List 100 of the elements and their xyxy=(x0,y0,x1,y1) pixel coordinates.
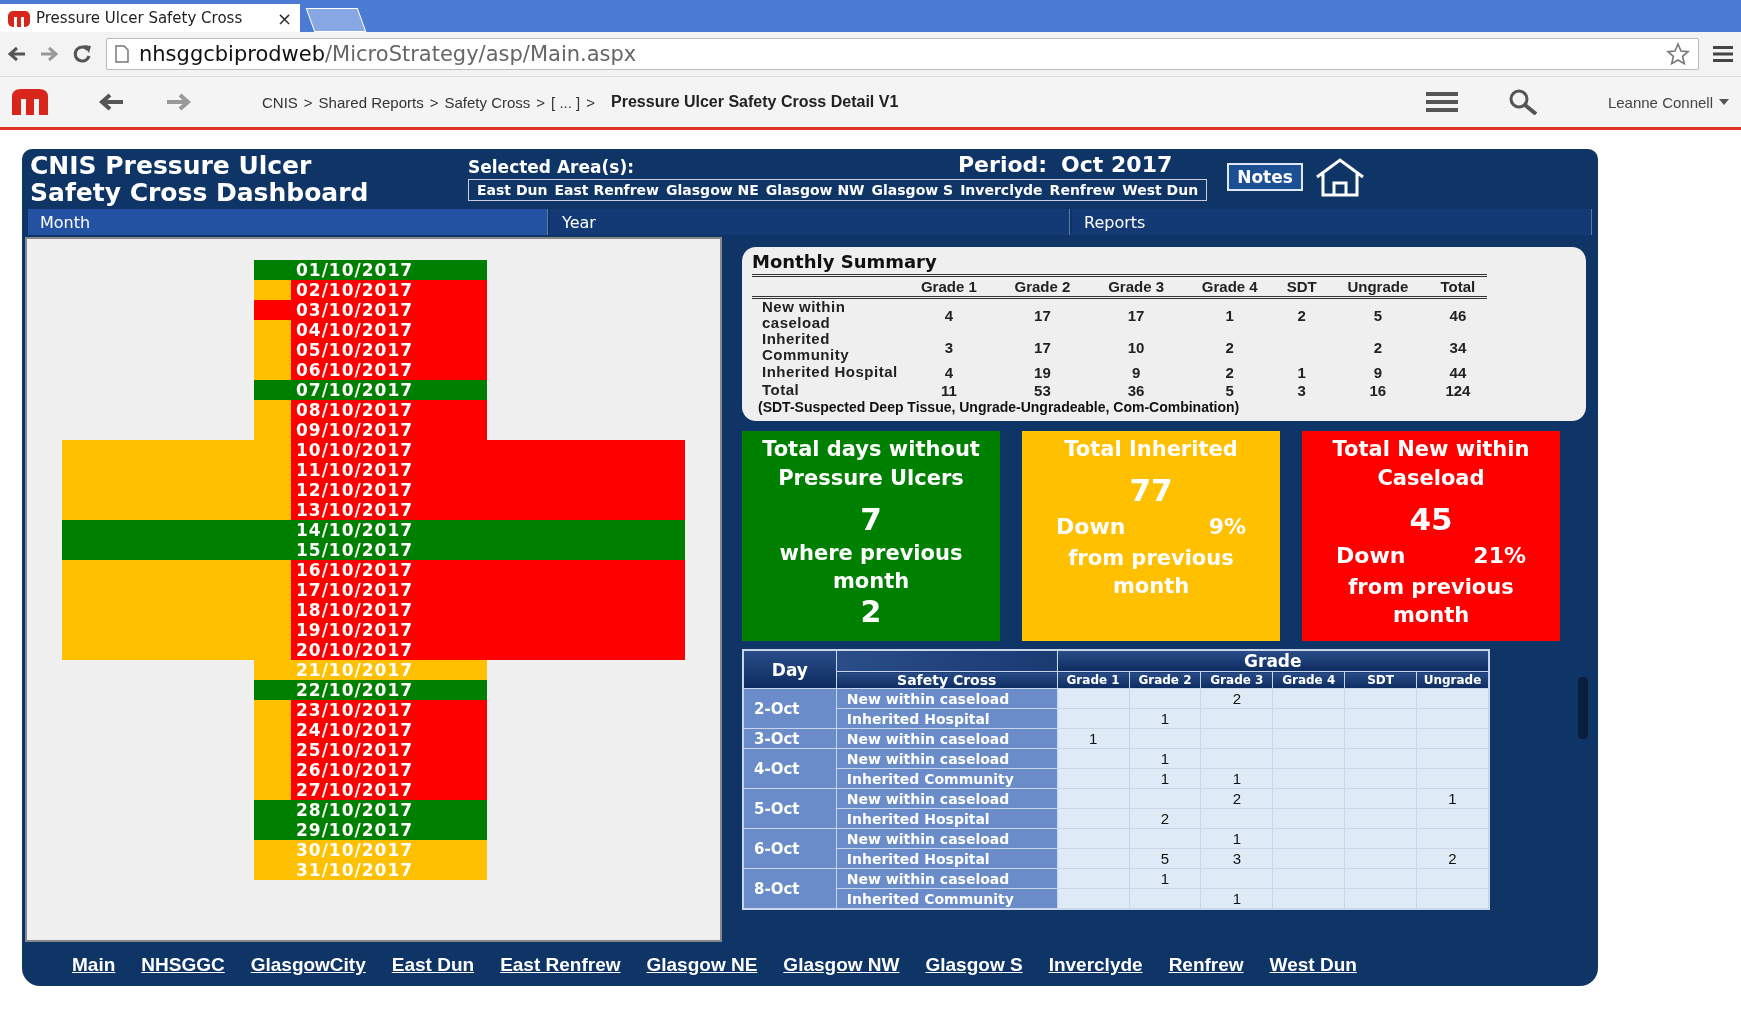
scrollbar-thumb[interactable] xyxy=(1578,677,1588,739)
tile-title: Total New within Caseload xyxy=(1331,436,1531,492)
footer-link[interactable]: East Renfrew xyxy=(500,954,621,976)
date-cell: 23/10/2017 xyxy=(291,700,487,720)
table-cell-text: 44 xyxy=(1448,363,1468,381)
area-name: Inverclyde xyxy=(960,182,1043,198)
column-header: Grade 3 xyxy=(1089,275,1183,298)
day-cell: 4-Oct xyxy=(743,748,837,789)
legend-note: (SDT-Suspected Deep Tissue, Ungrade-Ungradeable, Com-Combination) xyxy=(758,399,1241,415)
browser-tab[interactable]: Pressure Ulcer Safety Cross × xyxy=(0,4,300,32)
date-cell: 08/10/2017 xyxy=(291,400,487,420)
app-logo-icon xyxy=(8,9,30,27)
column-header: Day xyxy=(743,650,837,689)
table-cell-text: 2 xyxy=(1224,337,1235,358)
footer-link[interactable]: Glasgow S xyxy=(925,954,1023,976)
date-cell: 06/10/2017 xyxy=(291,360,487,380)
breadcrumb-current: Pressure Ulcer Safety Cross Detail V1 xyxy=(611,93,899,111)
day-cell: 3-Oct xyxy=(743,728,837,749)
back-arrow-icon[interactable] xyxy=(98,92,124,112)
table-cell-text: 36 xyxy=(1126,381,1146,399)
table-cell-text: 16 xyxy=(1368,381,1388,399)
app-logo-icon[interactable] xyxy=(12,89,48,115)
footer-link[interactable]: Renfrew xyxy=(1168,954,1244,976)
footer-link[interactable]: GlasgowCity xyxy=(250,954,366,976)
notes-button[interactable]: Notes xyxy=(1227,163,1303,191)
forward-arrow-icon[interactable] xyxy=(40,46,58,62)
date-cell: 24/10/2017 xyxy=(291,720,487,740)
menu-icon[interactable] xyxy=(1425,91,1458,113)
star-icon[interactable] xyxy=(1666,42,1690,66)
footer-link[interactable]: Inverclyde xyxy=(1048,954,1143,976)
address-bar[interactable]: nhsggcbiprodweb/MicroStrategy/asp/Main.aspx xyxy=(106,38,1699,70)
date-cell: 18/10/2017 xyxy=(291,600,487,620)
table-cell: 46 xyxy=(1428,297,1487,331)
tile-caption: where previous month xyxy=(778,540,964,595)
table-cell-text: 19 xyxy=(1033,363,1052,381)
trend-label: Down xyxy=(1336,542,1406,570)
row-label: New within caseload xyxy=(752,297,902,331)
column-header: Grade 1 xyxy=(902,275,996,298)
table-cell-text: 3 xyxy=(1296,381,1307,399)
table-cell-text: 4 xyxy=(943,363,954,381)
table-cell-text: 5 xyxy=(1224,381,1235,399)
tab-close-button[interactable]: × xyxy=(276,7,292,29)
column-header: Grade 4 xyxy=(1182,275,1277,298)
date-cell: 22/10/2017 xyxy=(291,680,487,700)
back-arrow-icon[interactable] xyxy=(8,46,26,62)
footer-link[interactable]: Glasgow NW xyxy=(783,954,900,976)
reload-icon[interactable] xyxy=(72,44,92,64)
forward-arrow-icon[interactable] xyxy=(166,92,192,112)
page-icon xyxy=(115,45,129,63)
breadcrumb-link[interactable]: [ ... ] xyxy=(551,93,581,111)
breadcrumb-link[interactable]: Shared Reports xyxy=(318,93,424,111)
date-cell: 20/10/2017 xyxy=(291,640,487,660)
table-cell: 4 xyxy=(902,297,996,331)
date-cell: 31/10/2017 xyxy=(291,860,487,880)
date-cell: 09/10/2017 xyxy=(291,420,487,440)
breadcrumb-separator: > xyxy=(586,93,596,111)
breadcrumb-separator: > xyxy=(536,93,546,111)
menu-icon[interactable] xyxy=(1713,45,1733,63)
column-header: SDT xyxy=(1276,275,1327,298)
date-cell: 14/10/2017 xyxy=(291,520,487,540)
date-cell: 03/10/2017 xyxy=(291,300,487,320)
date-cell: 04/10/2017 xyxy=(291,320,487,340)
table-cell-text: 34 xyxy=(1448,337,1468,358)
tile-value: 7 xyxy=(860,500,882,539)
date-cell: 05/10/2017 xyxy=(291,340,487,360)
breadcrumb-link[interactable]: CNIS xyxy=(262,93,298,111)
date-cell: 15/10/2017 xyxy=(291,540,487,560)
area-name: East Dun xyxy=(477,182,548,198)
tab[interactable]: Month xyxy=(28,209,548,235)
breadcrumb-separator: > xyxy=(303,93,313,111)
change-percent: 21% xyxy=(1473,542,1526,570)
tab[interactable]: Year xyxy=(550,209,1070,235)
url-text: nhsggcbiprodweb/MicroStrategy/asp/Main.aspx xyxy=(139,42,637,66)
breadcrumb-separator: > xyxy=(429,93,439,111)
area-name: Renfrew xyxy=(1049,182,1116,198)
area-name: Glasgow NW xyxy=(765,182,865,198)
summary-title: Monthly Summary xyxy=(752,251,938,272)
footer-link[interactable]: Main xyxy=(72,954,116,976)
date-cell: 13/10/2017 xyxy=(291,500,487,520)
day-cell: 5-Oct xyxy=(743,788,837,829)
tab[interactable]: Reports xyxy=(1072,209,1592,235)
date-cell: 30/10/2017 xyxy=(291,840,487,860)
user-menu[interactable]: Leanne Connell xyxy=(1607,93,1729,111)
breadcrumb-link[interactable]: Safety Cross xyxy=(444,93,531,111)
footer-link[interactable]: East Dun xyxy=(391,954,475,976)
area-name: Glasgow S xyxy=(871,182,954,198)
date-cell: 16/10/2017 xyxy=(291,560,487,580)
tile-value: 45 xyxy=(1409,500,1453,539)
row-label: Inherited Community xyxy=(761,331,850,363)
date-cell: 12/10/2017 xyxy=(291,480,487,500)
day-cell: 2-Oct xyxy=(743,688,837,729)
footer-link[interactable]: Glasgow NE xyxy=(646,954,758,976)
tile-title: Total days without Pressure Ulcers xyxy=(761,436,981,492)
search-icon[interactable] xyxy=(1507,89,1538,115)
table-cell-text: 1 xyxy=(1296,363,1307,381)
footer-link[interactable]: NHSGGC xyxy=(141,954,225,976)
footer-link[interactable]: West Dun xyxy=(1269,954,1357,976)
table-cell: 5 xyxy=(1326,297,1429,331)
date-cell: 28/10/2017 xyxy=(291,800,487,820)
date-cell: 27/10/2017 xyxy=(291,780,487,800)
